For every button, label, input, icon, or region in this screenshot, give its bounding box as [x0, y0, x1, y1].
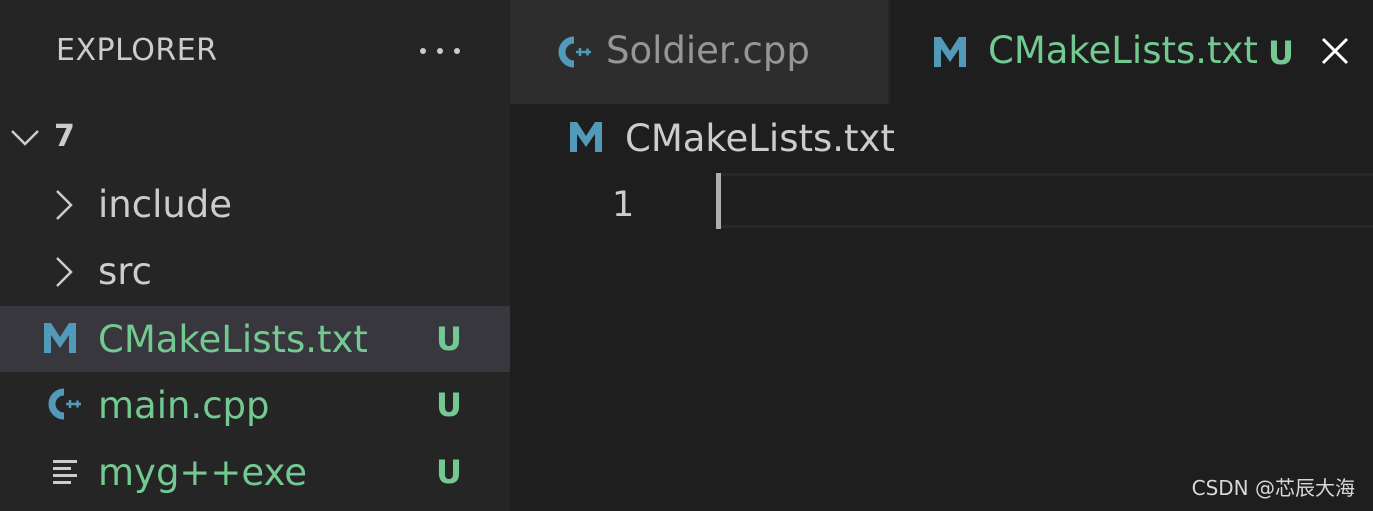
line-number: 1 [612, 185, 635, 225]
tree-folder-root[interactable]: 7 [0, 104, 510, 170]
tree-folder-root-label: 7 [54, 119, 75, 154]
tree-item-label: main.cpp [98, 384, 270, 427]
text-cursor [716, 173, 721, 229]
chevron-down-icon [11, 130, 39, 146]
git-untracked-badge: U [436, 386, 462, 424]
tab-cmakelists[interactable]: CMakeLists.txt U [890, 0, 1373, 104]
tab-label: CMakeLists.txt [988, 29, 1258, 72]
tree-item-label: src [98, 250, 153, 293]
tree-item-cmakelists[interactable]: CMakeLists.txt U [0, 306, 510, 372]
cmake-m-icon [570, 122, 602, 152]
tab-label: Soldier.cpp [606, 29, 810, 72]
chevron-right-icon [56, 257, 73, 287]
explorer-sidebar: EXPLORER 7 include src CMakeLists.txt U [0, 0, 510, 511]
current-line-highlight[interactable] [716, 173, 1373, 228]
more-horizontal-icon[interactable] [420, 36, 460, 66]
tree-item-include[interactable]: include [0, 171, 510, 237]
tree-item-main-cpp[interactable]: main.cpp U [0, 372, 510, 438]
close-icon[interactable] [1320, 36, 1350, 66]
cpp-file-icon [558, 36, 591, 68]
git-untracked-badge: U [436, 320, 462, 358]
breadcrumb-label: CMakeLists.txt [625, 117, 895, 160]
editor-tabs-bar: Soldier.cpp CMakeLists.txt U [510, 0, 1373, 104]
cmake-m-icon [934, 37, 966, 67]
cpp-file-icon [48, 388, 81, 420]
tab-soldier-cpp[interactable]: Soldier.cpp [510, 0, 888, 104]
explorer-header: EXPLORER [0, 0, 510, 104]
tree-item-src[interactable]: src [0, 238, 510, 304]
chevron-right-icon [56, 190, 73, 220]
text-lines-icon [53, 460, 77, 484]
tree-item-label: CMakeLists.txt [98, 318, 368, 361]
explorer-title: EXPLORER [56, 33, 218, 68]
git-untracked-badge: U [1268, 34, 1294, 72]
tree-item-label: include [98, 183, 233, 226]
watermark: CSDN @芯辰大海 [1191, 476, 1355, 500]
tree-item-label: myg++exe [98, 451, 308, 494]
git-untracked-badge: U [436, 453, 462, 491]
cmake-m-icon [44, 323, 76, 353]
tree-item-myg-exe[interactable]: myg++exe U [0, 439, 510, 505]
